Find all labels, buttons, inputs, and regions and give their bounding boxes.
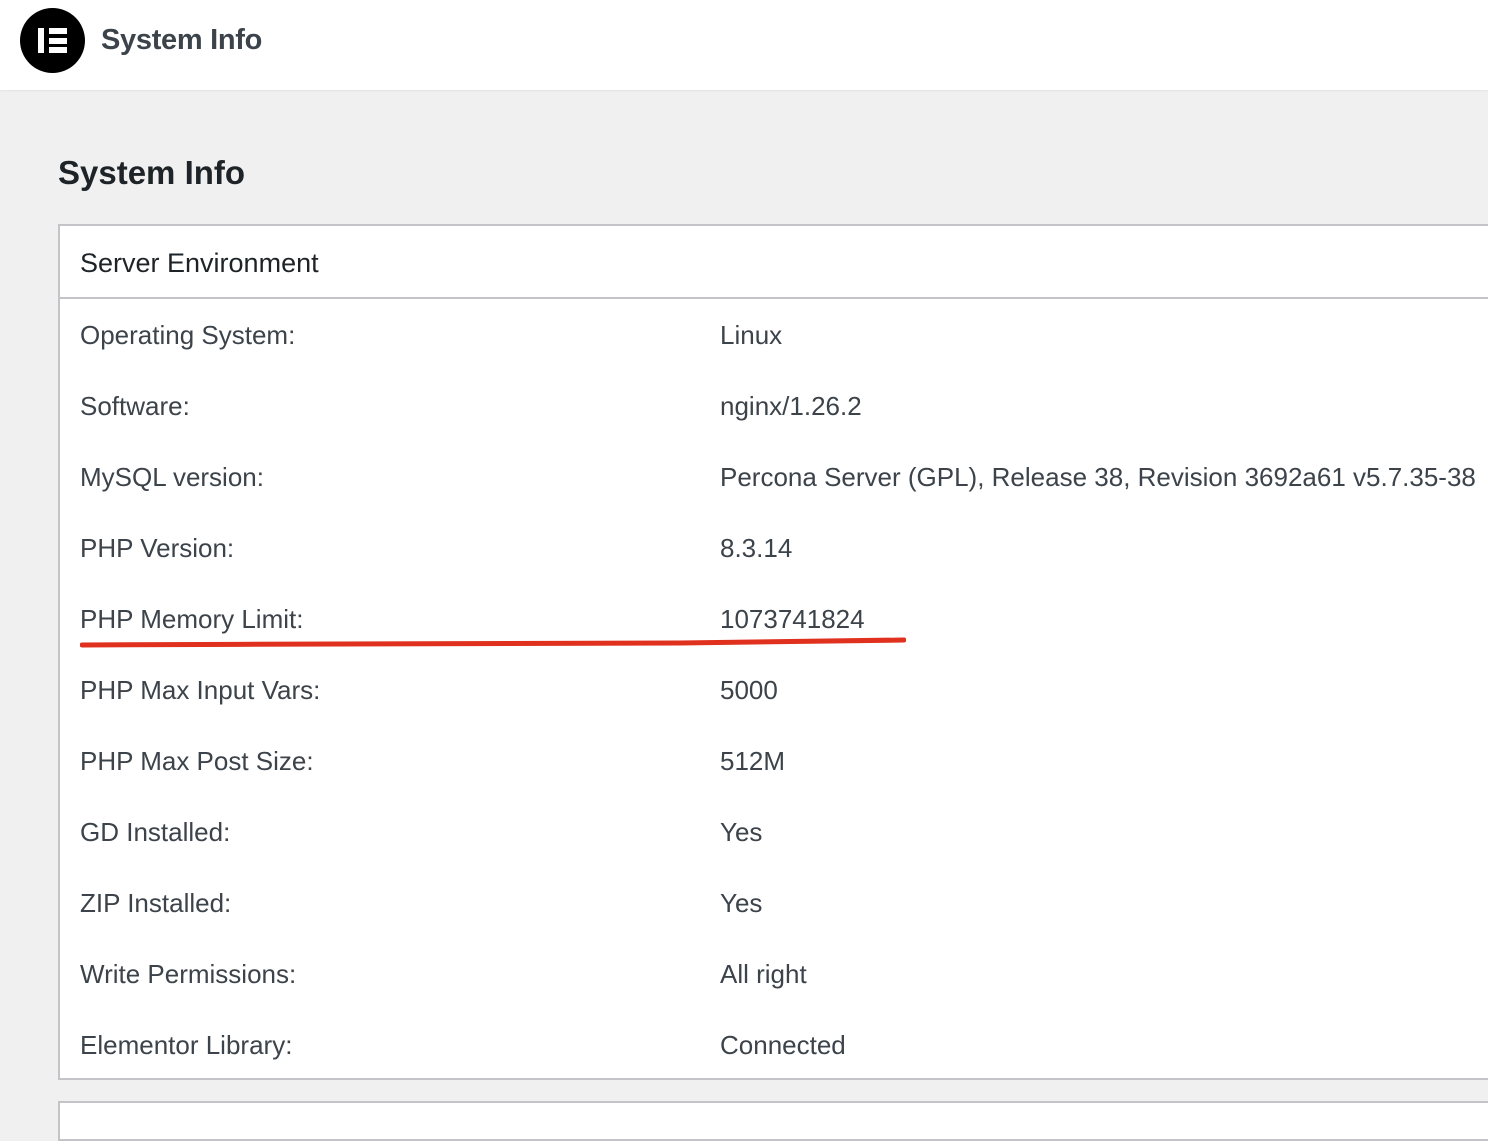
row-label: PHP Max Post Size: <box>80 746 314 776</box>
server-environment-panel: Server Environment Operating System: Lin… <box>58 224 1488 1080</box>
table-row: ZIP Installed: Yes <box>60 867 1488 938</box>
row-label: PHP Version: <box>80 533 235 563</box>
elementor-logo-icon[interactable] <box>20 8 85 73</box>
row-value: 8.3.14 <box>720 533 793 563</box>
row-value: Yes <box>720 888 763 918</box>
page-title: System Info <box>58 154 246 191</box>
row-label: PHP Max Input Vars: <box>80 675 321 705</box>
row-value: All right <box>720 959 807 989</box>
logo-bar <box>49 28 67 34</box>
row-label: MySQL version: <box>80 462 264 492</box>
table-row: GD Installed: Yes <box>60 796 1488 867</box>
row-value: nginx/1.26.2 <box>720 391 862 421</box>
topbar-title: System Info <box>101 24 263 56</box>
row-value: 5000 <box>720 675 778 705</box>
table-row: PHP Max Input Vars: 5000 <box>60 654 1488 725</box>
panel-title: Server Environment <box>80 248 319 278</box>
logo-bar <box>49 47 67 53</box>
table-row: Software: nginx/1.26.2 <box>60 370 1488 441</box>
table-row: PHP Max Post Size: 512M <box>60 725 1488 796</box>
row-label: PHP Memory Limit: <box>80 604 304 634</box>
table-row: Operating System: Linux <box>60 299 1488 370</box>
panel-header: Server Environment <box>60 226 1488 299</box>
row-label: ZIP Installed: <box>80 888 232 918</box>
row-label: Write Permissions: <box>80 959 297 989</box>
row-value: 1073741824 <box>720 604 865 634</box>
top-bar: System Info <box>0 0 1488 90</box>
next-panel <box>58 1101 1488 1141</box>
logo-bar <box>38 28 44 53</box>
row-value: Yes <box>720 817 763 847</box>
row-label: GD Installed: <box>80 817 231 847</box>
table-row: PHP Memory Limit: 1073741824 <box>60 583 1488 654</box>
row-value: Percona Server (GPL), Release 38, Revisi… <box>720 462 1476 492</box>
table-row: PHP Version: 8.3.14 <box>60 512 1488 583</box>
table-row: Elementor Library: Connected <box>60 1009 1488 1080</box>
row-label: Operating System: <box>80 320 296 350</box>
row-value: Linux <box>720 320 783 350</box>
row-value: 512M <box>720 746 786 776</box>
row-value: Connected <box>720 1030 846 1060</box>
table-row: Write Permissions: All right <box>60 938 1488 1009</box>
logo-bar <box>49 38 67 44</box>
table-row: MySQL version: Percona Server (GPL), Rel… <box>60 441 1488 512</box>
row-label: Elementor Library: <box>80 1030 293 1060</box>
row-label: Software: <box>80 391 190 421</box>
